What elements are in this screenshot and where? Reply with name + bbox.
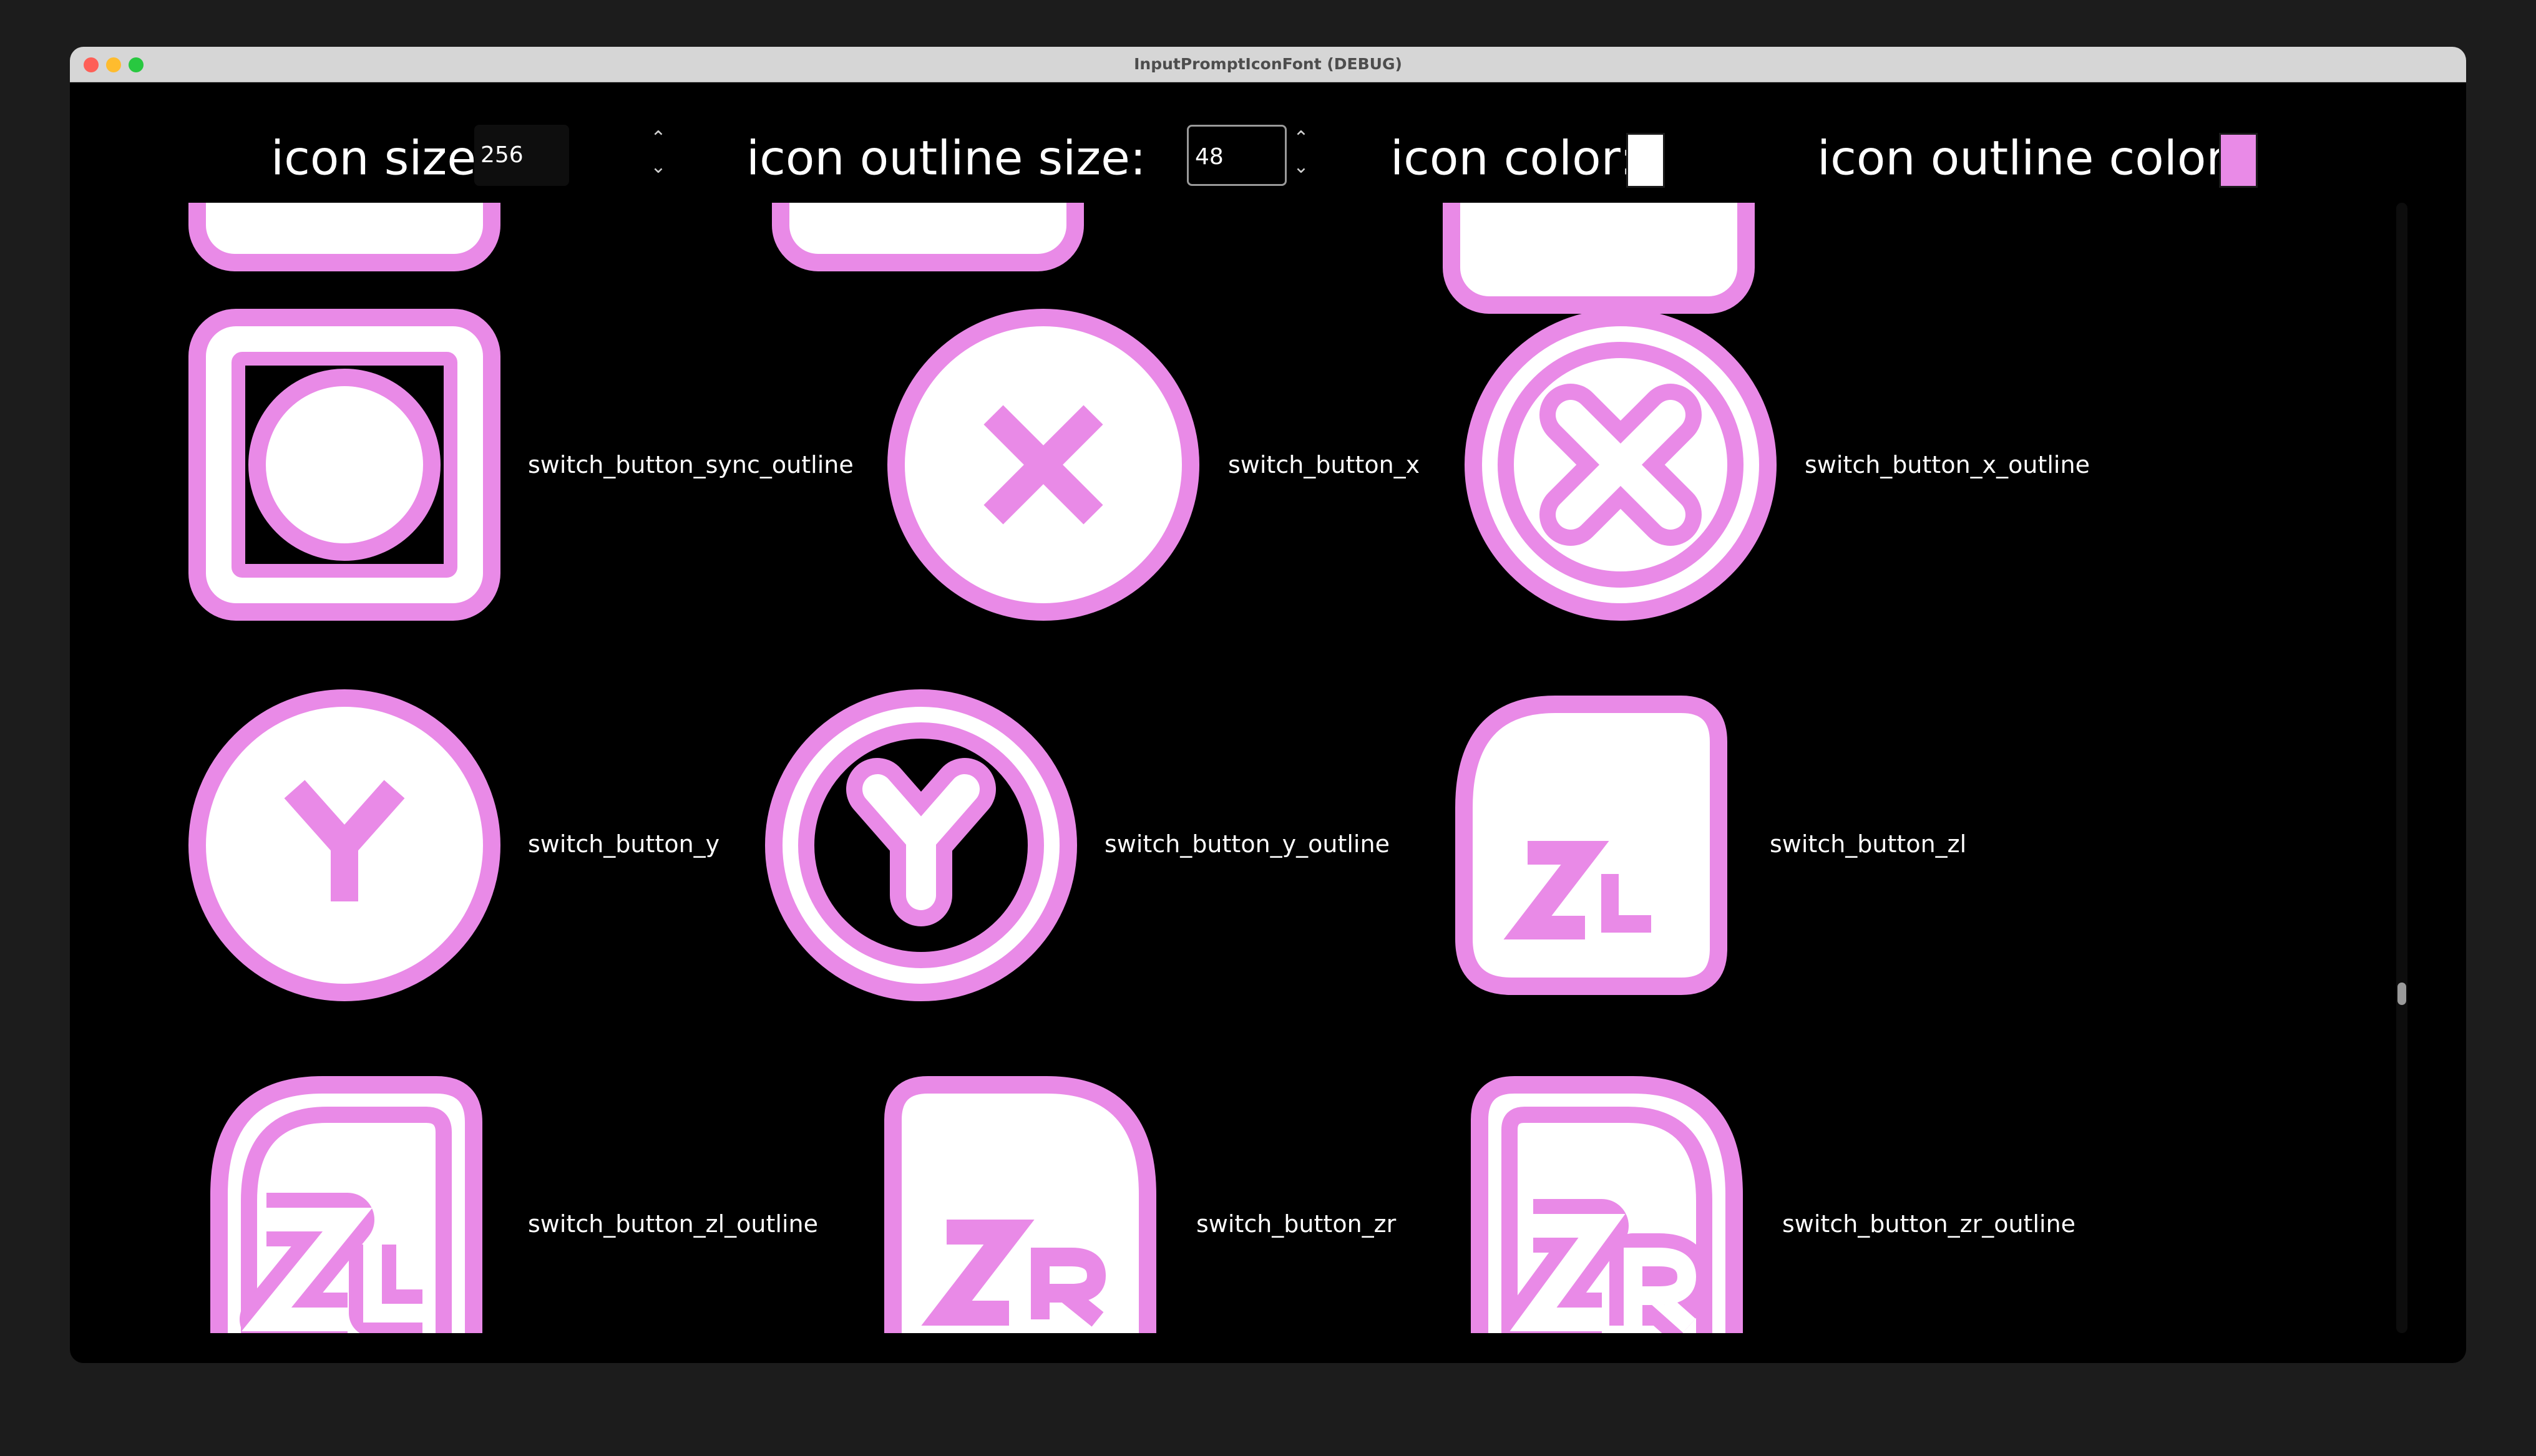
chevron-down-icon[interactable]: ⌄ (649, 153, 668, 182)
app-window: InputPromptIconFont (DEBUG) icon size: 2… (70, 47, 2466, 1363)
chevron-down-icon[interactable]: ⌄ (1292, 153, 1310, 182)
outline-size-label: icon outline size: (746, 130, 1146, 186)
scrollbar-track[interactable] (2396, 203, 2407, 1333)
title-bar: InputPromptIconFont (DEBUG) (70, 47, 2466, 82)
icon-color-label: icon color: (1390, 130, 1636, 186)
toolbar: icon size: 256 ⌃ ⌄ icon outline size: 48… (70, 82, 2466, 200)
window-title: InputPromptIconFont (DEBUG) (1134, 55, 1402, 73)
icon-label: switch_button_zr_outline (1782, 1210, 2076, 1238)
icon-label: switch_button_zl_outline (528, 1210, 818, 1238)
icon-size-stepper[interactable]: ⌃ ⌄ (649, 124, 668, 187)
icon-label: switch_button_y_outline (1105, 830, 1390, 858)
outline-color-label: icon outline color: (1817, 130, 2241, 186)
outline-size-input[interactable]: 48 (1187, 125, 1287, 186)
outline-color-swatch[interactable] (2219, 133, 2258, 188)
icon-label: switch_button_sync_outline (528, 451, 854, 478)
icon-color-swatch[interactable] (1626, 133, 1665, 188)
icon-label: switch_button_zl (1770, 830, 1967, 858)
icon-size-input[interactable]: 256 (474, 125, 569, 186)
icon-grid: switch_button_sync_outline switch_button… (70, 203, 2466, 1333)
scrollbar-thumb[interactable] (2397, 983, 2406, 1005)
icon-label: switch_button_x_outline (1805, 451, 2090, 478)
icon-label: switch_button_x (1228, 451, 1420, 478)
icon-label: switch_button_y (528, 830, 720, 858)
icon-size-label: icon size: (271, 130, 492, 186)
outline-size-stepper[interactable]: ⌃ ⌄ (1292, 124, 1310, 187)
chevron-up-icon[interactable]: ⌃ (649, 124, 668, 153)
icon-label: switch_button_zr (1196, 1210, 1397, 1238)
chevron-up-icon[interactable]: ⌃ (1292, 124, 1310, 153)
